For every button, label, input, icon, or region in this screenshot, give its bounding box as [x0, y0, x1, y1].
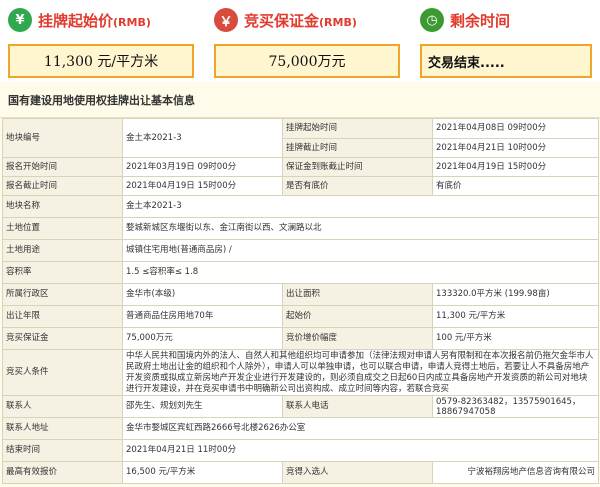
price-tag-icon: ¥	[8, 8, 32, 32]
label-area: 出让面积	[282, 283, 433, 306]
label-signup-end: 报名截止时间	[2, 176, 123, 196]
value-deposit-deadline: 2021年04月19日 15时00分	[432, 157, 599, 177]
table-row: 竞买人条件 中华人民共和国境内外的法人、自然人和其他组织均可申请参加（法律法规对…	[2, 349, 599, 396]
table-row: 竞买保证金 75,000万元 竞价增价幅度 100 元/平方米	[2, 327, 599, 350]
label-plot-ratio: 容积率	[2, 261, 123, 284]
label-start-price: 起始价	[282, 305, 433, 328]
value-deposit: 75,000万元	[122, 327, 283, 350]
start-price-label: 挂牌起始价(RMB)	[38, 11, 151, 30]
label-end-time: 结束时间	[2, 439, 123, 462]
value-parcel-name: 金土本2021-3	[122, 195, 599, 218]
price-summary-bar: ¥ 挂牌起始价(RMB) 11,300 元/平方米 ￥ 竞买保证金(RMB) 7…	[0, 0, 600, 82]
section-title: 国有建设用地使用权挂牌出让基本信息	[0, 82, 600, 118]
value-increment: 100 元/平方米	[432, 327, 599, 350]
time-left-label: 剩余时间	[450, 11, 511, 30]
table-row: 最高有效报价 16,500 元/平方米 竞得入选人 宁波裕翔房地产信息咨询有限公…	[2, 461, 599, 484]
table-row: 地块编号 金土本2021-3 挂牌起始时间 2021年04月08日 09时00分	[2, 118, 599, 158]
value-winner: 宁波裕翔房地产信息咨询有限公司	[432, 461, 599, 484]
table-row: 联系人地址 金华市婺城区宾虹西路2666号北楼2626办公室	[2, 417, 599, 440]
label-listing-start: 挂牌起始时间	[282, 118, 433, 139]
value-location: 婺城新城区东堰街以东、金江南街以西、文澜路以北	[122, 217, 599, 240]
table-row: 联系人 邵先生、规划刘先生 联系人电话 0579-82363482，135759…	[2, 395, 599, 418]
deposit-card: ￥ 竞买保证金(RMB) 75,000万元	[214, 6, 400, 78]
clock-icon: ◷	[420, 8, 444, 32]
land-info-table: 地块编号 金土本2021-3 挂牌起始时间 2021年04月08日 09时00分…	[2, 118, 599, 484]
value-highest-bid: 16,500 元/平方米	[122, 461, 283, 484]
table-row: 土地用途 城镇住宅用地(普通商品房) /	[2, 239, 599, 262]
label-signup-start: 报名开始时间	[2, 157, 123, 177]
label-district: 所属行政区	[2, 283, 123, 306]
label-contact: 联系人	[2, 395, 123, 418]
value-signup-end: 2021年04月19日 15时00分	[122, 176, 283, 196]
value-district: 金华市(本级)	[122, 283, 283, 306]
value-contact-phone: 0579-82363482，13575901645， 18867947058	[432, 395, 599, 418]
start-price-value: 11,300 元/平方米	[8, 44, 194, 78]
label-deposit-deadline: 保证金到账截止时间	[282, 157, 433, 177]
label-bidder-conditions: 竞买人条件	[2, 349, 123, 396]
time-left-card: ◷ 剩余时间 交易结束.....	[420, 6, 592, 78]
label-listing-end: 挂牌截止时间	[282, 138, 433, 158]
table-row: 容积率 1.5 ≤容积率≤ 1.8	[2, 261, 599, 284]
label-term: 出让年限	[2, 305, 123, 328]
value-contact-address: 金华市婺城区宾虹西路2666号北楼2626办公室	[122, 417, 599, 440]
value-plot-ratio: 1.5 ≤容积率≤ 1.8	[122, 261, 599, 284]
phone-line-1: 0579-82363482，13575901645，	[436, 396, 581, 407]
label-deposit: 竞买保证金	[2, 327, 123, 350]
table-row: 出让年限 普通商品住房用地70年 起始价 11,300 元/平方米	[2, 305, 599, 328]
value-end-time: 2021年04月21日 11时00分	[122, 439, 599, 462]
table-row: 土地位置 婺城新城区东堰街以东、金江南街以西、文澜路以北	[2, 217, 599, 240]
value-land-use: 城镇住宅用地(普通商品房) /	[122, 239, 599, 262]
value-listing-start: 2021年04月08日 09时00分	[432, 118, 599, 139]
table-row: 地块名称 金土本2021-3	[2, 195, 599, 218]
deposit-value: 75,000万元	[214, 44, 400, 78]
table-row: 所属行政区 金华市(本级) 出让面积 133320.0平方米 (199.98亩)	[2, 283, 599, 306]
value-signup-start: 2021年03月19日 09时00分	[122, 157, 283, 177]
start-price-card: ¥ 挂牌起始价(RMB) 11,300 元/平方米	[8, 6, 194, 78]
value-bidder-conditions: 中华人民共和国境内外的法人、自然人和其他组织均可申请参加（法律法规对申请人另有限…	[122, 349, 599, 396]
label-parcel-no: 地块编号	[2, 118, 123, 158]
label-increment: 竞价增价幅度	[282, 327, 433, 350]
label-contact-address: 联系人地址	[2, 417, 123, 440]
label-contact-phone: 联系人电话	[282, 395, 433, 418]
time-left-value: 交易结束.....	[420, 44, 592, 78]
value-contact: 邵先生、规划刘先生	[122, 395, 283, 418]
value-term: 普通商品住房用地70年	[122, 305, 283, 328]
value-start-price: 11,300 元/平方米	[432, 305, 599, 328]
deposit-label: 竞买保证金(RMB)	[244, 11, 357, 30]
table-row: 报名开始时间 2021年03月19日 09时00分 保证金到账截止时间 2021…	[2, 157, 599, 177]
table-row: 报名截止时间 2021年04月19日 15时00分 是否有底价 有底价	[2, 176, 599, 196]
label-winner: 竞得入选人	[282, 461, 433, 484]
label-highest-bid: 最高有效报价	[2, 461, 123, 484]
money-bag-icon: ￥	[214, 8, 238, 32]
label-reserve-price: 是否有底价	[282, 176, 433, 196]
value-parcel-no: 金土本2021-3	[122, 118, 283, 158]
land-info-section: 国有建设用地使用权挂牌出让基本信息 地块编号 金土本2021-3 挂牌起始时间 …	[0, 82, 600, 487]
value-reserve-price: 有底价	[432, 176, 599, 196]
label-land-use: 土地用途	[2, 239, 123, 262]
value-area: 133320.0平方米 (199.98亩)	[432, 283, 599, 306]
table-row: 结束时间 2021年04月21日 11时00分	[2, 439, 599, 462]
phone-line-2: 18867947058	[436, 406, 496, 417]
label-parcel-name: 地块名称	[2, 195, 123, 218]
label-location: 土地位置	[2, 217, 123, 240]
value-listing-end: 2021年04月21日 10时00分	[432, 138, 599, 158]
